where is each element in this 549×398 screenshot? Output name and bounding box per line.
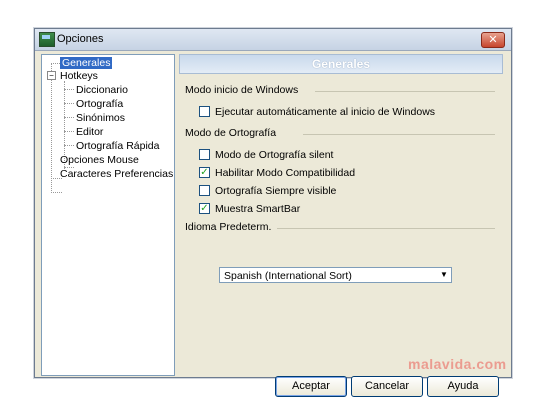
- chevron-down-icon[interactable]: ▼: [438, 269, 450, 281]
- window-title: Opciones: [57, 33, 104, 45]
- language-value: Spanish (International Sort): [224, 270, 352, 282]
- tree-item-generales[interactable]: Generales: [60, 57, 113, 69]
- title-bar: Opciones ✕: [35, 29, 511, 51]
- tree-item-caracteres-preferencias[interactable]: Caracteres Preferencias: [60, 168, 173, 180]
- tree-connector: [51, 63, 52, 191]
- tree-connector: [64, 89, 74, 90]
- tree-connector: [64, 131, 74, 132]
- smartbar-label: Muestra SmartBar: [215, 203, 301, 215]
- tree-item-ortografia-rapida[interactable]: Ortografía Rápida: [76, 140, 159, 152]
- compat-checkbox[interactable]: ✓: [199, 167, 210, 178]
- smartbar-checkbox[interactable]: ✓: [199, 203, 210, 214]
- panel-header: Generales: [179, 54, 503, 74]
- autostart-label: Ejecutar automáticamente al inicio de Wi…: [215, 106, 436, 118]
- tree-connector: [51, 192, 62, 193]
- silent-checkbox[interactable]: [199, 149, 210, 160]
- section-ortografia-label: Modo de Ortografía: [185, 127, 277, 139]
- watermark-text: malavida.com: [408, 356, 507, 372]
- tree-item-diccionario[interactable]: Diccionario: [76, 84, 128, 96]
- tree-item-editor[interactable]: Editor: [76, 126, 103, 138]
- tree-item-hotkeys[interactable]: Hotkeys: [60, 70, 98, 82]
- section-divider: [315, 91, 495, 92]
- tree-item-sinonimos[interactable]: Sinónimos: [76, 112, 125, 124]
- options-dialog: Opciones ✕ Generales − Hotkeys Diccionar…: [34, 28, 512, 397]
- section-divider: [303, 134, 495, 135]
- section-windows-label: Modo inicio de Windows: [185, 84, 299, 96]
- autostart-checkbox[interactable]: [199, 106, 210, 117]
- help-button[interactable]: Ayuda: [427, 376, 499, 397]
- visible-checkbox[interactable]: [199, 185, 210, 196]
- collapse-icon[interactable]: −: [47, 71, 56, 80]
- tree-connector: [64, 103, 74, 104]
- options-tree: Generales − Hotkeys Diccionario Ortograf…: [41, 54, 175, 376]
- tree-item-opciones-mouse[interactable]: Opciones Mouse: [60, 154, 139, 166]
- tree-item-ortografia[interactable]: Ortografía: [76, 98, 123, 110]
- section-idioma-label: Idioma Predeterm.: [185, 221, 272, 233]
- app-window-icon: [39, 32, 55, 47]
- tree-connector: [64, 145, 74, 146]
- cancel-button[interactable]: Cancelar: [351, 376, 423, 397]
- language-select[interactable]: Spanish (International Sort) ▼: [219, 267, 452, 283]
- close-button[interactable]: ✕: [481, 32, 505, 48]
- visible-label: Ortografía Siempre visible: [215, 185, 337, 197]
- tree-connector: [64, 117, 74, 118]
- section-divider: [277, 228, 495, 229]
- silent-label: Modo de Ortografía silent: [215, 149, 334, 161]
- accept-button[interactable]: Aceptar: [275, 376, 347, 397]
- settings-panel: Generales Modo inicio de Windows Ejecuta…: [179, 54, 503, 397]
- compat-label: Habilitar Modo Compatibilidad: [215, 167, 356, 179]
